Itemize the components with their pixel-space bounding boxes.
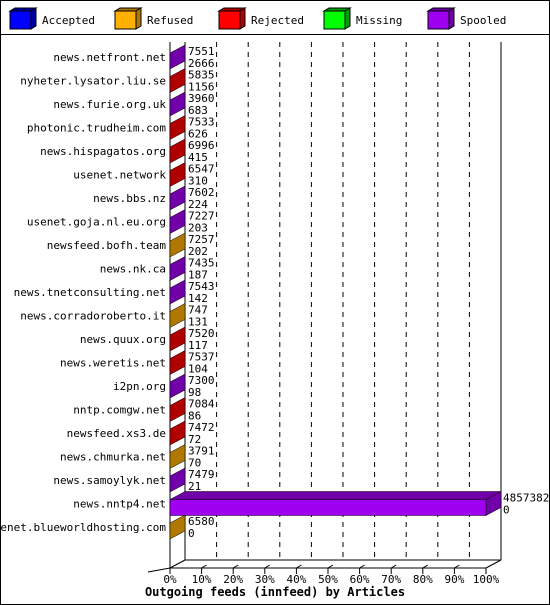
category-label: news.samoylyk.net [53, 474, 166, 487]
bar-side [169, 68, 186, 93]
bar-side [169, 514, 186, 540]
bar-front [169, 499, 487, 516]
category-label: news.netfront.net [53, 51, 166, 64]
bar-side [169, 232, 186, 258]
floor-left [169, 559, 186, 569]
bar-row: news.tnetconsulting.net 7543142 [14, 279, 215, 305]
bar-row: nntp.comgw.net 708486 [73, 397, 215, 423]
x-tick-label: 90% [444, 573, 464, 586]
legend-item-rejected: Rejected [217, 7, 304, 30]
bar-side [169, 397, 186, 422]
bar-row: usenet.blueworldhosting.com 65800 [0, 514, 215, 540]
bar-side [169, 256, 186, 281]
legend-label: Spooled [460, 14, 506, 27]
legend-item-accepted: Accepted [8, 7, 95, 30]
bar-row: news.corradoroberto.it 747131 [20, 303, 208, 329]
bar-side [169, 444, 186, 469]
legend-item-refused: Refused [113, 7, 193, 30]
chart: Accepted Refused Rejected Missing Spooled0% 1… [0, 7, 549, 599]
legend-item-missing: Missing [322, 7, 402, 30]
bar-side [169, 373, 186, 399]
bar-row: newsfeed.xs3.de 747272 [67, 420, 215, 446]
category-label: photonic.trudheim.com [27, 122, 166, 135]
category-label: usenet.goja.nl.eu.org [27, 216, 166, 229]
category-label: news.furie.org.uk [53, 98, 166, 111]
bar-row: usenet.goja.nl.eu.org 7227203 [27, 209, 215, 235]
bar-side [169, 326, 186, 352]
bar-side [169, 350, 186, 375]
bar-row: news.hispagatos.org 6996415 [40, 138, 215, 164]
x-tick-label: 100% [473, 573, 500, 586]
value-label-bottom: 21 [188, 480, 201, 493]
bar-side [169, 467, 186, 493]
category-label: news.quux.org [80, 333, 166, 346]
category-label: news.hispagatos.org [40, 145, 166, 158]
category-label: news.chmurka.net [60, 451, 166, 464]
legend-label: Accepted [42, 14, 95, 27]
legend-label: Refused [147, 14, 193, 27]
category-label: usenet.network [73, 169, 166, 182]
bar-side [169, 138, 186, 164]
bar-row: news.quux.org 7520117 [80, 326, 215, 352]
category-label: news.weretis.net [60, 357, 166, 370]
category-label: news.nk.ca [100, 263, 166, 276]
bar-side [169, 44, 186, 70]
category-label: nyheter.lysator.liu.se [20, 75, 166, 88]
legend-swatch-side [448, 7, 455, 30]
value-label-bottom: 0 [503, 504, 510, 517]
bar-side [169, 162, 186, 187]
legend-swatch-side [239, 7, 246, 30]
legend-swatch [323, 10, 346, 30]
category-label: news.tnetconsulting.net [14, 286, 166, 299]
bar-side [169, 209, 186, 234]
category-label: newsfeed.bofh.team [47, 239, 167, 252]
bar-row: news.furie.org.uk 3960683 [53, 91, 215, 117]
bar-row: photonic.trudheim.com 7533626 [27, 115, 215, 141]
legend-swatch-side [30, 7, 37, 30]
bar-side [169, 420, 186, 446]
bar-row: news.chmurka.net 379170 [60, 444, 215, 470]
category-label: newsfeed.xs3.de [67, 427, 166, 440]
category-label: usenet.blueworldhosting.com [0, 521, 166, 534]
bar-side [169, 185, 186, 211]
bar-row: news.bbs.nz 7602224 [93, 185, 215, 211]
bar-row: news.weretis.net 7537104 [60, 350, 215, 376]
bar-side [169, 115, 186, 140]
legend-label: Missing [356, 14, 402, 27]
legend-swatch [9, 10, 32, 30]
floor-right [485, 559, 502, 569]
value-label-top: 4857382 [503, 492, 549, 505]
bar-row: news.nk.ca 7435187 [100, 256, 215, 282]
x-axis-title: Outgoing feeds (innfeed) by Articles [145, 585, 405, 599]
category-label: news.corradoroberto.it [20, 310, 166, 323]
bar-row: i2pn.org 730098 [113, 373, 215, 399]
legend-swatch [427, 10, 450, 30]
category-label: news.bbs.nz [93, 192, 166, 205]
bar-top [169, 491, 502, 500]
bar-side [169, 91, 186, 117]
bar-side [169, 279, 186, 305]
legend-swatch-side [344, 7, 351, 30]
category-label: i2pn.org [113, 380, 166, 393]
x-tick-label: 80% [413, 573, 433, 586]
bar-row: newsfeed.bofh.team 7257202 [47, 232, 215, 258]
category-label: news.nntp4.net [73, 498, 166, 511]
legend-label: Rejected [251, 14, 304, 27]
legend-swatch [218, 10, 241, 30]
category-label: nntp.comgw.net [73, 404, 166, 417]
floor-left-ext [147, 567, 171, 573]
legend-item-spooled: Spooled [426, 7, 506, 30]
bar-row: usenet.network 6547310 [73, 162, 215, 188]
bar-row: news.samoylyk.net 747921 [53, 467, 215, 493]
bar-side [169, 303, 186, 328]
bar-row: news.nntp4.net 48573820 [73, 491, 549, 517]
value-label-bottom: 0 [188, 527, 195, 540]
bar-row: news.netfront.net 75512666 [53, 44, 215, 70]
legend-swatch-side [135, 7, 142, 30]
legend-swatch [114, 10, 137, 30]
